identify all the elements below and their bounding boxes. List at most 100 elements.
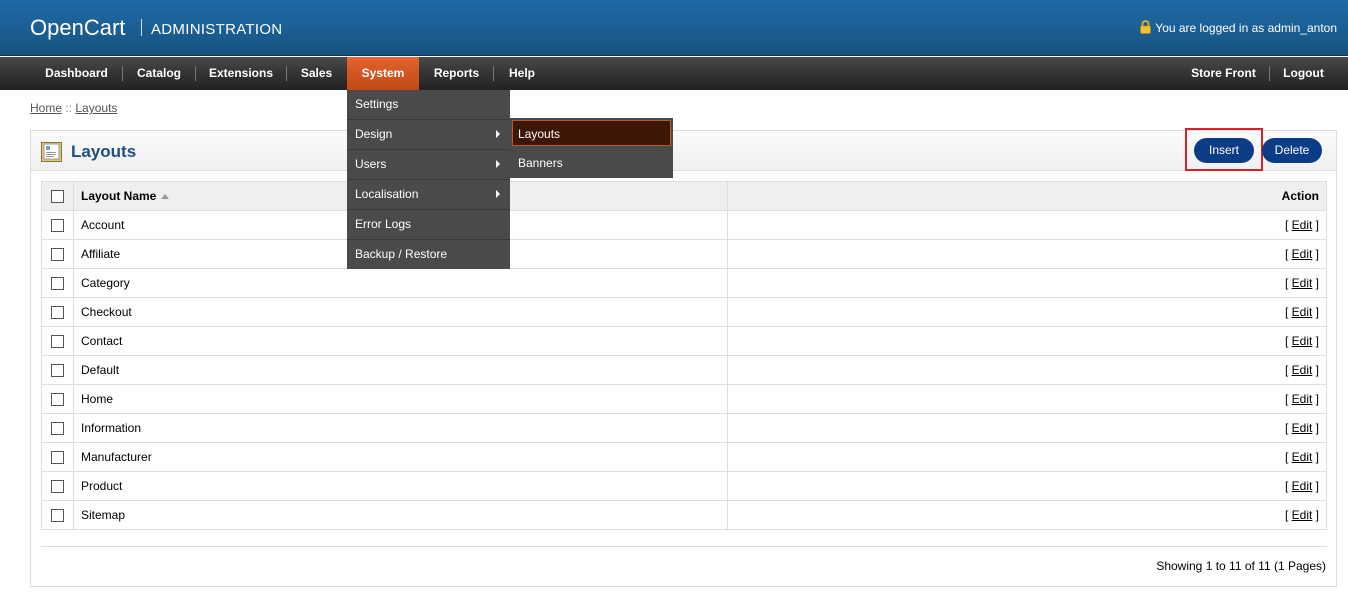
login-text: You are logged in as admin_anton — [1155, 21, 1337, 35]
content-box: Layouts Insert Delete Layout Name Action… — [30, 128, 1337, 587]
row-checkbox[interactable] — [51, 335, 64, 349]
pagination-results: Showing 1 to 11 of 11 (1 Pages) — [1156, 559, 1326, 573]
breadcrumb-current[interactable]: Layouts — [75, 101, 117, 115]
submenu-item-banners-label: Banners — [518, 156, 563, 170]
row-checkbox[interactable] — [51, 451, 64, 465]
menu-extensions[interactable]: Extensions — [196, 57, 286, 90]
row-checkbox-cell — [41, 355, 74, 385]
table-row: Checkout [ Edit ] — [41, 297, 1327, 327]
submenu-arrow-icon — [496, 160, 500, 168]
layout-name: Manufacturer — [73, 442, 728, 472]
row-checkbox-cell — [41, 500, 74, 530]
table-row: Home [ Edit ] — [41, 384, 1327, 414]
table-row: Product [ Edit ] — [41, 471, 1327, 501]
layout-icon — [41, 142, 62, 162]
action-cell: [ Edit ] — [727, 384, 1327, 414]
menu-reports[interactable]: Reports — [420, 57, 493, 90]
menu-catalog[interactable]: Catalog — [123, 57, 195, 90]
table-row: Sitemap [ Edit ] — [41, 500, 1327, 530]
layout-name: Product — [73, 471, 728, 501]
submenu-item-layouts[interactable]: Layouts — [512, 120, 671, 146]
dropdown-item-settings-label: Settings — [355, 97, 399, 111]
dropdown-item-error-logs-label: Error Logs — [355, 217, 412, 231]
row-checkbox[interactable] — [51, 364, 64, 378]
table-row: Manufacturer [ Edit ] — [41, 442, 1327, 472]
table-row: Information [ Edit ] — [41, 413, 1327, 443]
edit-link[interactable]: Edit — [1292, 247, 1313, 261]
header-bar: OpenCart ADMINISTRATION You are logged i… — [0, 0, 1348, 56]
table-row: Contact [ Edit ] — [41, 326, 1327, 356]
row-checkbox-cell — [41, 442, 74, 472]
box-heading: Layouts Insert Delete — [31, 128, 1336, 171]
dropdown-item-backup-restore[interactable]: Backup / Restore — [347, 239, 510, 269]
menu-system[interactable]: System — [347, 57, 419, 90]
row-checkbox-cell — [41, 471, 74, 501]
action-cell: [ Edit ] — [727, 471, 1327, 501]
row-checkbox[interactable] — [51, 248, 64, 262]
insert-button[interactable]: Insert — [1194, 138, 1254, 163]
row-checkbox[interactable] — [51, 480, 64, 494]
layout-name: Default — [73, 355, 728, 385]
layout-name: Checkout — [73, 297, 728, 327]
delete-button[interactable]: Delete — [1262, 138, 1322, 163]
edit-link[interactable]: Edit — [1292, 508, 1313, 522]
edit-link[interactable]: Edit — [1292, 218, 1313, 232]
select-all-checkbox[interactable] — [51, 190, 64, 204]
layout-name: Home — [73, 384, 728, 414]
row-checkbox-cell — [41, 268, 74, 298]
dropdown-item-design-label: Design — [355, 127, 393, 141]
dropdown-item-localisation[interactable]: Localisation — [347, 179, 510, 209]
row-checkbox-cell — [41, 210, 74, 240]
dropdown-item-design[interactable]: Design — [347, 119, 510, 149]
action-cell: [ Edit ] — [727, 355, 1327, 385]
edit-link[interactable]: Edit — [1292, 276, 1313, 290]
dropdown-item-users[interactable]: Users — [347, 149, 510, 179]
menu-logout[interactable]: Logout — [1270, 57, 1337, 90]
row-checkbox[interactable] — [51, 219, 64, 233]
edit-link[interactable]: Edit — [1292, 479, 1313, 493]
header-divider — [141, 19, 142, 36]
edit-link[interactable]: Edit — [1292, 363, 1313, 377]
edit-link[interactable]: Edit — [1292, 392, 1313, 406]
row-checkbox[interactable] — [51, 422, 64, 436]
breadcrumb-home[interactable]: Home — [30, 101, 62, 115]
row-checkbox-cell — [41, 384, 74, 414]
pagination-divider — [41, 546, 1327, 547]
dropdown-item-error-logs[interactable]: Error Logs — [347, 209, 510, 239]
submenu-arrow-icon — [496, 190, 500, 198]
submenu-item-banners[interactable]: Banners — [510, 148, 673, 178]
table-row: Account [ Edit ] — [41, 210, 1327, 240]
action-cell: [ Edit ] — [727, 500, 1327, 530]
system-dropdown: Settings Design Users Localisation Error… — [347, 90, 510, 269]
row-checkbox[interactable] — [51, 393, 64, 407]
menu-dashboard[interactable]: Dashboard — [30, 57, 123, 90]
row-checkbox[interactable] — [51, 306, 64, 320]
row-checkbox[interactable] — [51, 509, 64, 523]
sort-asc-icon — [161, 194, 170, 199]
dropdown-item-settings[interactable]: Settings — [347, 90, 510, 119]
design-submenu: Layouts Banners — [510, 118, 673, 178]
dropdown-item-backup-restore-label: Backup / Restore — [355, 247, 448, 261]
row-checkbox[interactable] — [51, 277, 64, 291]
action-cell: [ Edit ] — [727, 326, 1327, 356]
row-checkbox-cell — [41, 326, 74, 356]
breadcrumb: Home :: Layouts — [30, 101, 117, 115]
edit-link[interactable]: Edit — [1292, 334, 1313, 348]
submenu-arrow-icon — [496, 130, 500, 138]
menu-sales[interactable]: Sales — [287, 57, 346, 90]
table-row: Affiliate [ Edit ] — [41, 239, 1327, 269]
edit-link[interactable]: Edit — [1292, 450, 1313, 464]
breadcrumb-separator: :: — [65, 101, 73, 115]
table-row: Category [ Edit ] — [41, 268, 1327, 298]
edit-link[interactable]: Edit — [1292, 421, 1313, 435]
edit-link[interactable]: Edit — [1292, 305, 1313, 319]
column-layout-name-label: Layout Name — [81, 189, 157, 203]
action-cell: [ Edit ] — [727, 268, 1327, 298]
layouts-table: Layout Name Action Account [ Edit ] Affi… — [41, 181, 1327, 530]
layout-name: Category — [73, 268, 728, 298]
menu-help[interactable]: Help — [494, 57, 550, 90]
menu-store-front[interactable]: Store Front — [1178, 57, 1269, 90]
select-all-cell — [41, 181, 74, 211]
action-cell: [ Edit ] — [727, 210, 1327, 240]
action-cell: [ Edit ] — [727, 239, 1327, 269]
